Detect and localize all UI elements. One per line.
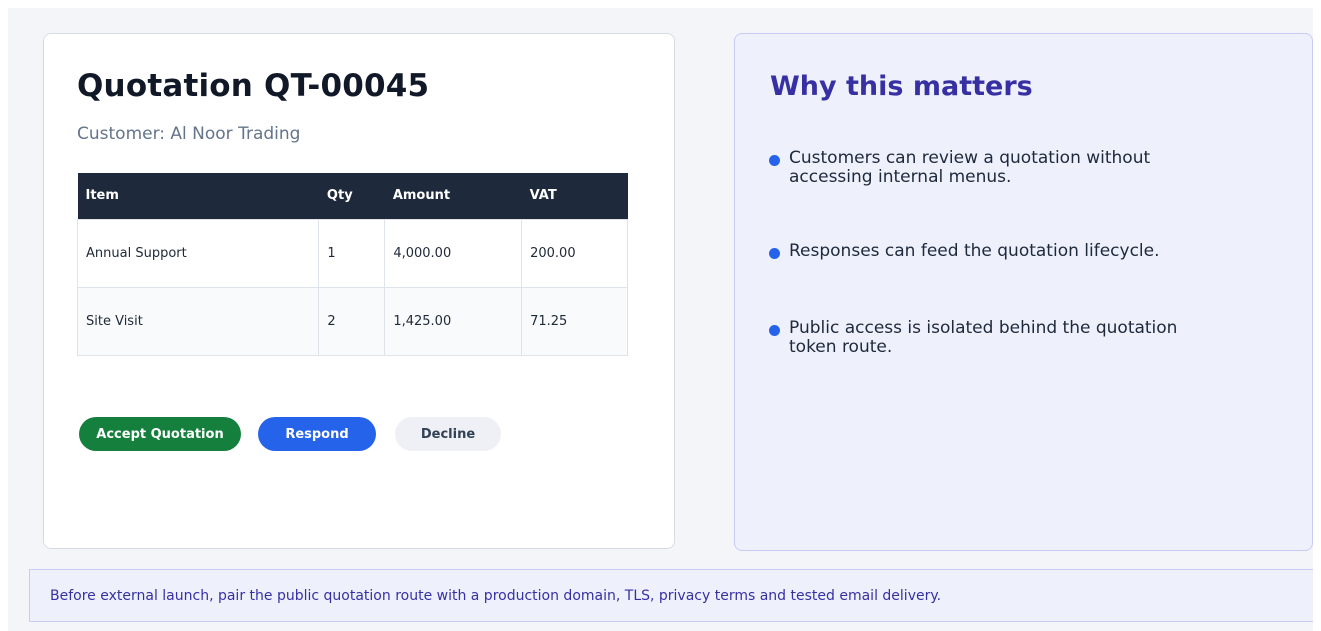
cell-item: Site Visit (76, 286, 320, 356)
list-item-text: Customers can review a quotation without… (789, 148, 1151, 187)
list-item: Public access is isolated behind the quo… (769, 319, 1229, 357)
bullet-dot-icon (769, 248, 780, 259)
launch-note-banner: Before external launch, pair the public … (29, 569, 1313, 622)
list-item-text: Public access is isolated behind the quo… (789, 318, 1178, 357)
respond-button[interactable]: Respond (258, 417, 376, 451)
quotation-items-table: Item Qty Amount VAT Annual Support 1 4,0… (76, 173, 628, 356)
column-header-qty: Qty (318, 173, 385, 219)
accept-quotation-button[interactable]: Accept Quotation (79, 417, 241, 451)
cell-vat: 200.00 (521, 218, 628, 288)
column-header-amount: Amount (384, 173, 522, 219)
table-header-row: Item Qty Amount VAT (77, 173, 628, 219)
quotation-title: Quotation QT-00045 (77, 68, 430, 104)
list-item: Responses can feed the quotation lifecyc… (769, 242, 1229, 261)
column-header-vat: VAT (521, 173, 628, 219)
quotation-card: Quotation QT-00045 Customer: Al Noor Tra… (43, 33, 675, 549)
why-this-matters-panel: Why this matters Customers can review a … (734, 33, 1313, 551)
bullet-dot-icon (769, 325, 780, 336)
bullet-dot-icon (769, 155, 780, 166)
cell-qty: 2 (318, 286, 386, 356)
page-background: Quotation QT-00045 Customer: Al Noor Tra… (8, 8, 1313, 631)
cell-item: Annual Support (76, 218, 320, 288)
table-row: Site Visit 2 1,425.00 71.25 (76, 286, 628, 356)
cell-vat: 71.25 (521, 286, 628, 356)
list-item-text: Responses can feed the quotation lifecyc… (789, 241, 1160, 261)
decline-button[interactable]: Decline (395, 417, 501, 451)
cell-amount: 4,000.00 (384, 218, 523, 288)
cell-amount: 1,425.00 (384, 286, 523, 356)
list-item: Customers can review a quotation without… (769, 149, 1229, 187)
cell-qty: 1 (318, 218, 386, 288)
panel-title: Why this matters (770, 71, 1033, 102)
column-header-item: Item (77, 173, 319, 219)
table-row: Annual Support 1 4,000.00 200.00 (76, 218, 628, 288)
launch-note-text: Before external launch, pair the public … (50, 587, 942, 604)
customer-name: Customer: Al Noor Trading (77, 124, 301, 144)
